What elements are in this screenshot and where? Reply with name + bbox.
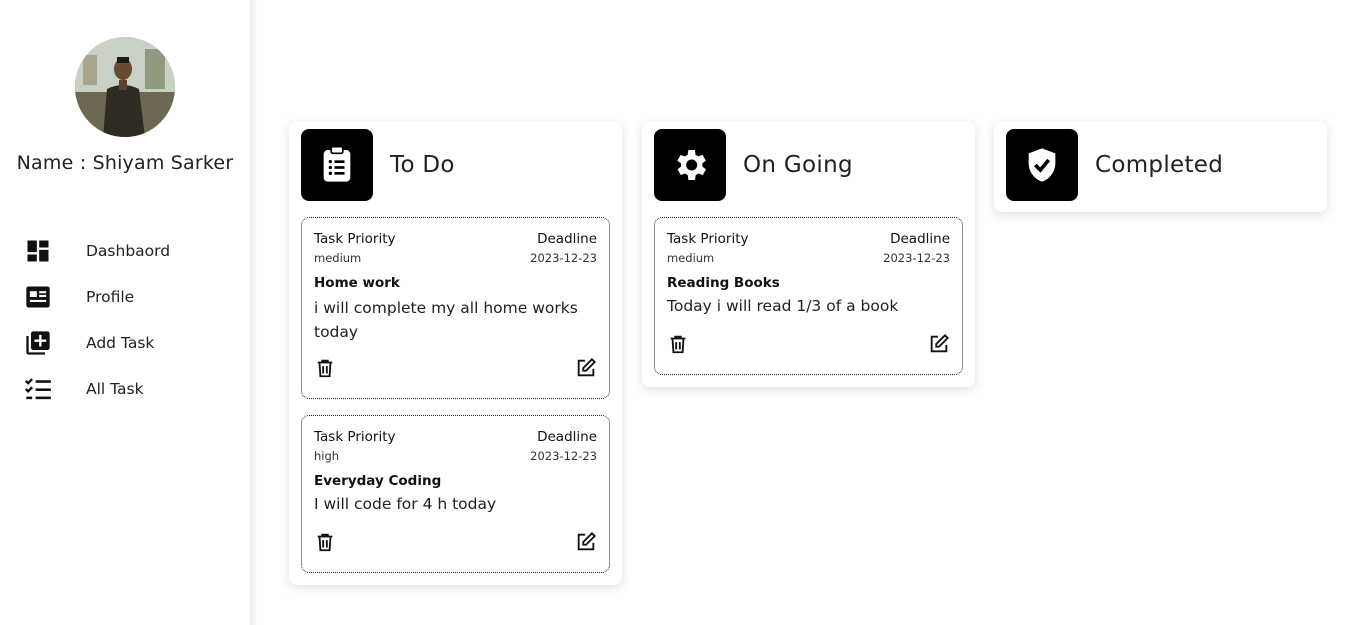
trash-icon[interactable] <box>667 333 689 355</box>
sidebar-item-add-task[interactable]: Add Task <box>24 320 170 366</box>
sidebar: Name : Shiyam Sarker Dashbaord Profile A… <box>0 0 250 625</box>
priority-value: high <box>314 449 340 463</box>
todo-column: To Do Task Priority medium Deadline 2023… <box>289 121 622 585</box>
profile-card-icon <box>24 282 54 312</box>
sidebar-item-dashboard[interactable]: Dashbaord <box>24 228 170 274</box>
column-header: On Going <box>654 129 853 201</box>
edit-icon[interactable] <box>928 333 950 355</box>
column-header: To Do <box>301 129 455 201</box>
sidebar-item-label: Dashbaord <box>86 242 171 260</box>
edit-icon[interactable] <box>575 531 597 553</box>
sidebar-nav: Dashbaord Profile Add Task All Task <box>24 228 170 412</box>
task-card[interactable]: Task Priority high Deadline 2023-12-23 E… <box>301 415 610 573</box>
edit-icon[interactable] <box>575 357 597 379</box>
deadline-label: Deadline <box>537 231 597 247</box>
column-title: To Do <box>390 152 455 178</box>
deadline-label: Deadline <box>890 231 950 247</box>
trash-icon[interactable] <box>314 357 336 379</box>
deadline-value: 2023-12-23 <box>530 449 597 463</box>
priority-label: Task Priority <box>667 231 749 247</box>
profile-photo <box>75 37 175 137</box>
task-description: i will complete my all home works today <box>314 299 578 341</box>
sidebar-item-label: Add Task <box>86 334 155 352</box>
column-title: On Going <box>743 152 853 178</box>
priority-label: Task Priority <box>314 429 396 445</box>
sidebar-item-profile[interactable]: Profile <box>24 274 170 320</box>
sidebar-item-all-task[interactable]: All Task <box>24 366 170 412</box>
priority-value: medium <box>314 251 362 265</box>
sidebar-divider <box>250 0 258 625</box>
trash-icon[interactable] <box>314 531 336 553</box>
task-card[interactable]: Task Priority medium Deadline 2023-12-23… <box>654 217 963 375</box>
task-description: I will code for 4 h today <box>314 495 497 513</box>
column-header: Completed <box>1006 129 1223 201</box>
completed-column: Completed <box>994 121 1327 212</box>
priority-label: Task Priority <box>314 231 396 247</box>
checklist-icon <box>24 374 54 404</box>
shield-check-icon <box>1006 129 1078 201</box>
task-title: Everyday Coding <box>314 473 442 489</box>
add-box-icon <box>24 328 54 358</box>
sidebar-item-label: All Task <box>86 380 144 398</box>
ongoing-column: On Going Task Priority medium Deadline 2… <box>642 121 975 387</box>
task-description: Today i will read 1/3 of a book <box>667 297 899 315</box>
user-name: Name : Shiyam Sarker <box>16 152 234 174</box>
task-title: Home work <box>314 275 400 291</box>
gear-icon <box>654 129 726 201</box>
deadline-value: 2023-12-23 <box>883 251 950 265</box>
priority-value: medium <box>667 251 715 265</box>
clipboard-list-icon <box>301 129 373 201</box>
task-title: Reading Books <box>667 275 780 291</box>
avatar <box>75 37 175 137</box>
deadline-label: Deadline <box>537 429 597 445</box>
task-card[interactable]: Task Priority medium Deadline 2023-12-23… <box>301 217 610 399</box>
sidebar-item-label: Profile <box>86 288 135 306</box>
dashboard-icon <box>24 236 54 266</box>
column-title: Completed <box>1095 152 1224 178</box>
deadline-value: 2023-12-23 <box>530 251 597 265</box>
